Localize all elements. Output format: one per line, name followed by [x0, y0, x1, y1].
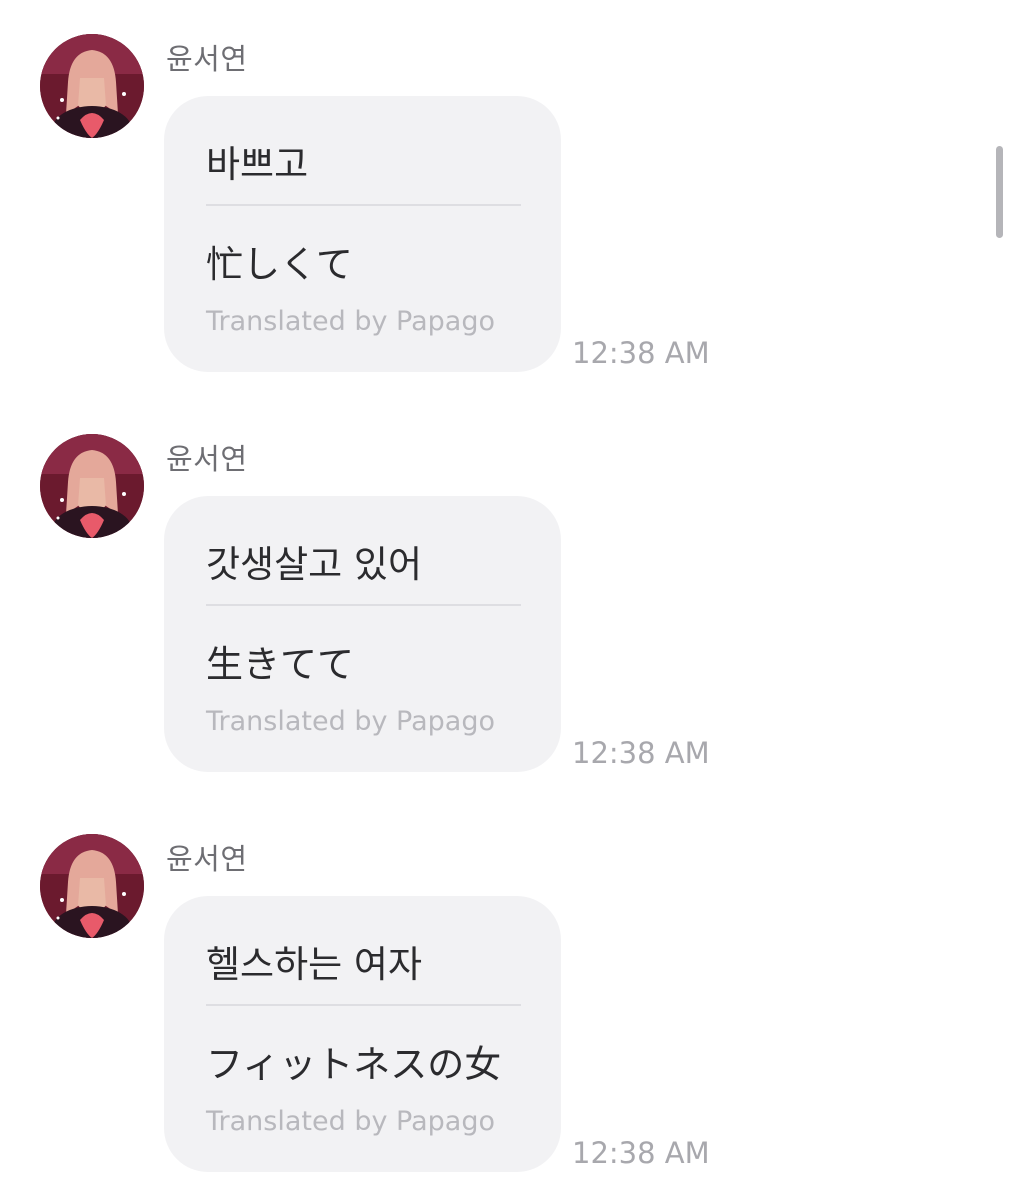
translated-text: 忙しくて [206, 243, 353, 286]
avatar[interactable] [40, 834, 144, 938]
original-text: 헬스하는 여자 [206, 943, 423, 986]
divider [206, 204, 521, 206]
timestamp: 12:38 AM [572, 736, 710, 770]
translation-credit: Translated by Papago [206, 706, 495, 737]
translated-text: フィットネスの女 [206, 1043, 502, 1086]
avatar[interactable] [40, 434, 144, 538]
translated-text: 生きてて [206, 643, 354, 686]
sender-name: 윤서연 [166, 842, 248, 876]
timestamp: 12:38 AM [572, 1136, 710, 1170]
original-text: 갓생살고 있어 [206, 543, 423, 586]
message-bubble[interactable]: 바쁘고 忙しくて Translated by Papago [164, 96, 561, 372]
avatar[interactable] [40, 34, 144, 138]
sender-name: 윤서연 [166, 442, 248, 476]
message-bubble[interactable]: 헬스하는 여자 フィットネスの女 Translated by Papago [164, 896, 561, 1172]
translation-credit: Translated by Papago [206, 1106, 495, 1137]
message-row: 윤서연 바쁘고 忙しくて Translated by Papago 12:38 … [0, 0, 1012, 400]
scrollbar[interactable] [996, 146, 1003, 238]
chat-thread[interactable]: 윤서연 바쁘고 忙しくて Translated by Papago 12:38 … [0, 0, 1012, 1200]
divider [206, 604, 521, 606]
divider [206, 1004, 521, 1006]
translation-credit: Translated by Papago [206, 306, 495, 337]
message-bubble[interactable]: 갓생살고 있어 生きてて Translated by Papago [164, 496, 561, 772]
sender-name: 윤서연 [166, 42, 248, 76]
timestamp: 12:38 AM [572, 336, 710, 370]
message-row: 윤서연 갓생살고 있어 生きてて Translated by Papago 12… [0, 400, 1012, 800]
message-row: 윤서연 헬스하는 여자 フィットネスの女 Translated by Papag… [0, 800, 1012, 1200]
original-text: 바쁘고 [206, 143, 309, 186]
